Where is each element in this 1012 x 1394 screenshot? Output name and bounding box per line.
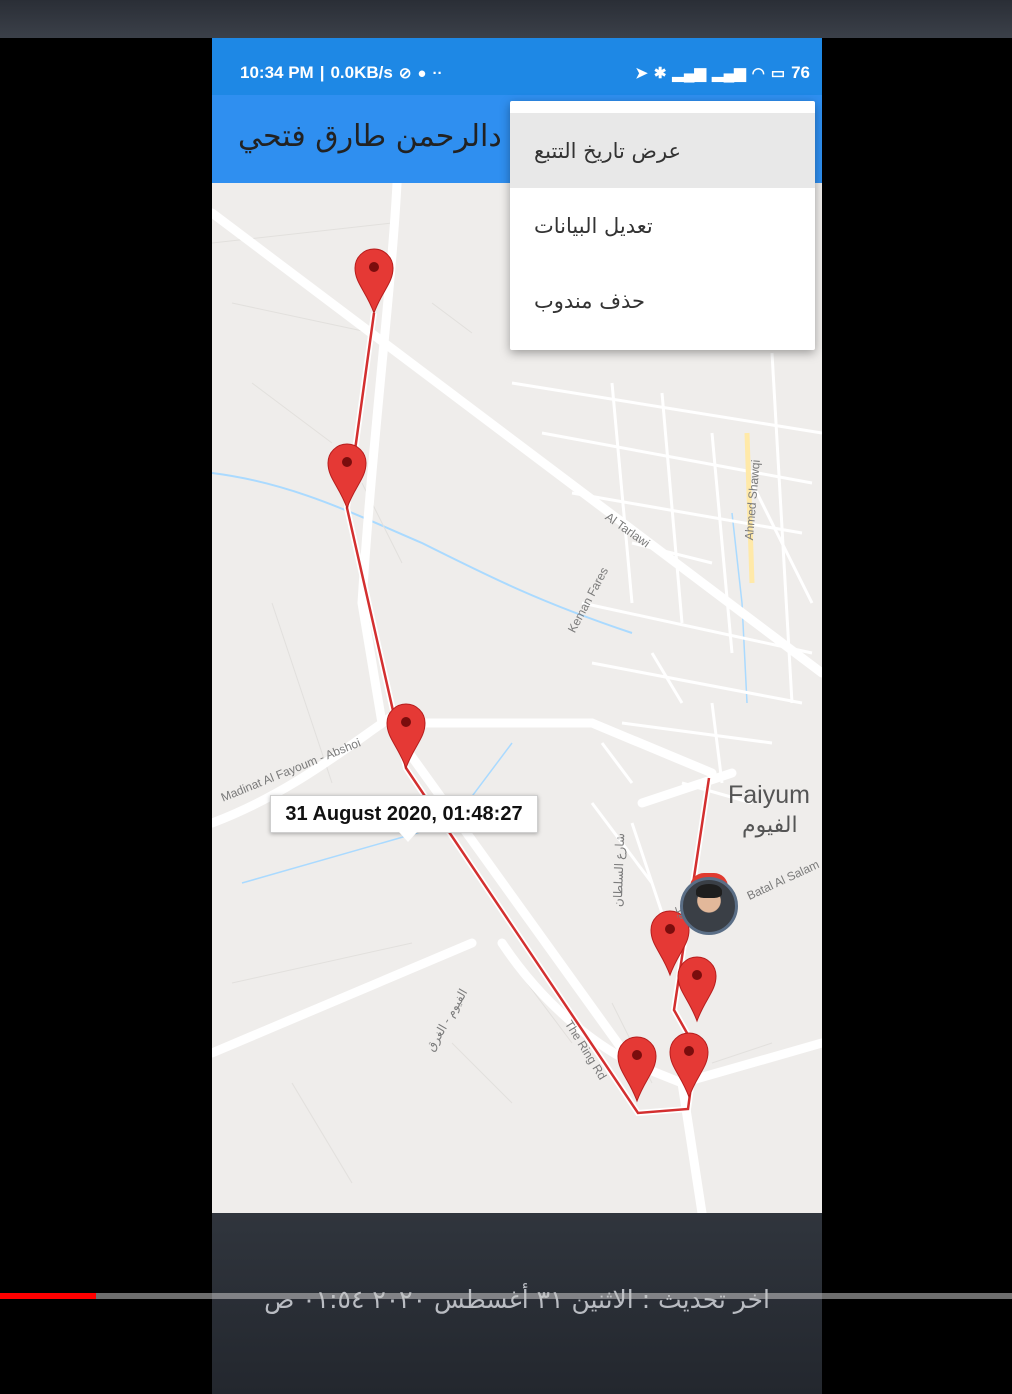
- overflow-menu: عرض تاريخ التتبع تعديل البيانات حذف مندو…: [510, 101, 815, 350]
- road-label-sharia-sulatan: شارع السلطان: [610, 832, 628, 908]
- marker-7[interactable]: [669, 1032, 709, 1099]
- video-frame: 10:34 PM | 0.0KB/s ⊘ ● ·· ➤ ✱ ▂▄▆ ▂▄▆ ◠ …: [0, 0, 1012, 1394]
- page-title: دالرحمن طارق فتحي: [238, 119, 502, 154]
- signal-1-icon: ▂▄▆: [672, 65, 707, 82]
- location-icon: ➤: [635, 65, 648, 82]
- menu-item-label: عرض تاريخ التتبع: [534, 138, 682, 163]
- status-network-speed: 0.0KB/s: [330, 63, 393, 82]
- bluetooth-icon: ✱: [653, 65, 667, 82]
- marker-3-selected[interactable]: [386, 703, 426, 770]
- battery-level: 76: [791, 63, 810, 82]
- menu-item-view-tracking-history[interactable]: عرض تاريخ التتبع: [510, 113, 815, 188]
- marker-2[interactable]: [327, 443, 367, 510]
- phone-screen: 10:34 PM | 0.0KB/s ⊘ ● ·· ➤ ✱ ▂▄▆ ▂▄▆ ◠ …: [212, 38, 822, 1394]
- battery-icon: ▭: [770, 65, 786, 82]
- city-name-ar: الفيوم: [742, 813, 798, 838]
- last-update-text: اخر تحديث : الاثنين ٣١ أغسطس ٢٠٢٠ ٠١:٥٤ …: [264, 1285, 770, 1314]
- status-time: 10:34 PM: [240, 63, 314, 82]
- menu-item-edit-data[interactable]: تعديل البيانات: [510, 188, 815, 263]
- signal-2-icon: ▂▄▆: [712, 65, 746, 82]
- messenger-icon: ●: [417, 64, 427, 82]
- city-name-en: Faiyum: [728, 781, 810, 809]
- status-separator: |: [319, 63, 325, 82]
- delegate-avatar[interactable]: [680, 877, 738, 935]
- status-bar: 10:34 PM | 0.0KB/s ⊘ ● ·· ➤ ✱ ▂▄▆ ▂▄▆ ◠ …: [212, 38, 822, 95]
- menu-item-label: حذف مندوب: [534, 288, 645, 313]
- video-progress-bar[interactable]: [0, 1293, 1012, 1299]
- wifi-icon: ◠: [751, 65, 765, 82]
- video-top-band: [0, 0, 1012, 38]
- more-notifications-icon: ··: [432, 64, 443, 82]
- menu-item-delete-delegate[interactable]: حذف مندوب: [510, 263, 815, 338]
- marker-info-window[interactable]: 31 August 2020, 01:48:27: [270, 795, 538, 842]
- marker-5[interactable]: [677, 956, 717, 1023]
- notification-off-icon: ⊘: [398, 65, 412, 82]
- video-progress-fill: [0, 1293, 97, 1299]
- menu-item-label: تعديل البيانات: [534, 213, 653, 238]
